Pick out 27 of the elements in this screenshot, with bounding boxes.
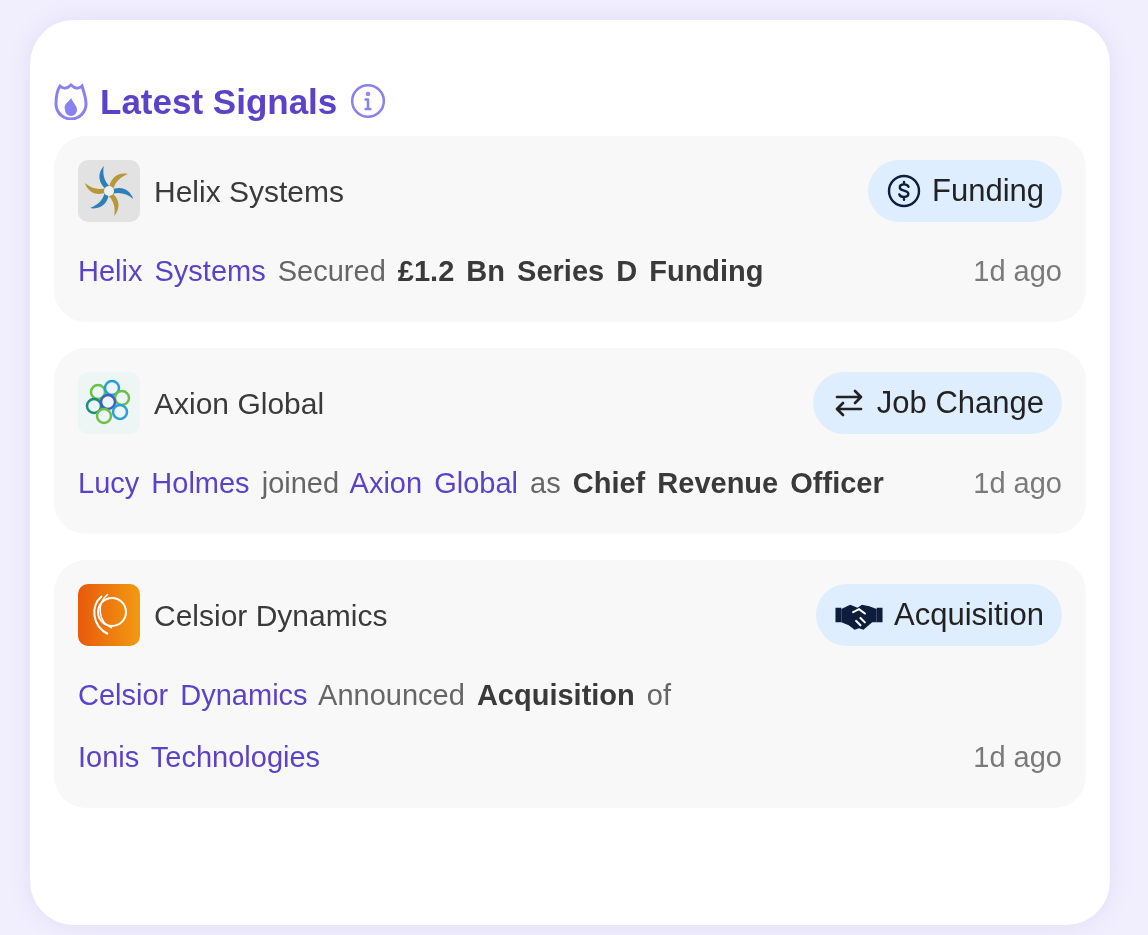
- signal-text: Celsior Dynamics Announced Acquisition of Ionis Technologies: [78, 678, 673, 775]
- signal-card[interactable]: Celsior Dynamics Acquisition Celsior Dynamics Announced Acquisition of Ionis Technologies 1d ago: [54, 560, 1086, 808]
- signal-text: Helix Systems Secured £1.2 Bn Series D Funding: [78, 254, 764, 289]
- entity-link[interactable]: Celsior Dynamics: [78, 679, 308, 711]
- signal-time: 1d ago: [973, 740, 1062, 775]
- entity-link[interactable]: Ionis Technologies: [78, 741, 321, 773]
- signal-card[interactable]: Axion Global Job Change Lucy Holmes joined Axion Global as Chief Revenue Officer 1d ago: [54, 348, 1086, 534]
- entity-link[interactable]: Axion Global: [349, 467, 518, 499]
- company-name: Axion Global: [154, 385, 325, 422]
- swirl-logo-icon: [78, 160, 140, 222]
- arcs-logo-icon: [78, 584, 140, 646]
- signal-tag: Acquisition: [816, 584, 1062, 646]
- rings-logo-icon: [78, 372, 140, 434]
- company-name: Helix Systems: [154, 173, 345, 210]
- entity-link[interactable]: Helix Systems: [78, 255, 266, 287]
- section-title: Latest Signals: [100, 83, 338, 119]
- signal-time: 1d ago: [973, 466, 1062, 501]
- flame-icon: [54, 82, 88, 120]
- company-name: Celsior Dynamics: [154, 597, 388, 634]
- signal-tag: Funding: [867, 160, 1062, 222]
- info-icon[interactable]: [349, 82, 388, 120]
- signal-card[interactable]: Helix Systems Funding Helix Systems Secured £1.2 Bn Series D Funding 1d ago: [54, 136, 1086, 322]
- entity-link[interactable]: Lucy Holmes: [78, 467, 250, 499]
- dollar-icon: [885, 173, 922, 209]
- signal-text: Lucy Holmes joined Axion Global as Chief Revenue Officer: [78, 466, 884, 501]
- signal-tag: Job Change: [812, 372, 1062, 434]
- signal-time: 1d ago: [973, 254, 1062, 289]
